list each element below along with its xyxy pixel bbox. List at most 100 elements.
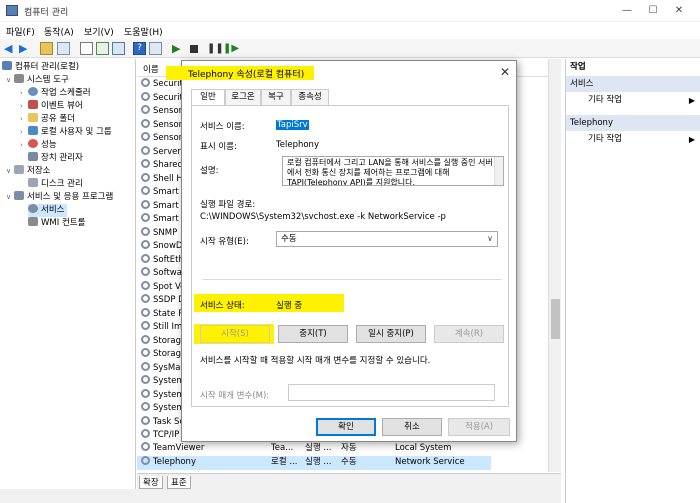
window-title: 컴퓨터 관리 bbox=[24, 8, 69, 18]
folder-up-icon[interactable] bbox=[40, 42, 53, 55]
properties-dialog: Telephony 속성(로컬 컴퓨터) ✕ 일반 로그온 복구 종속성 서비스… bbox=[166, 60, 517, 442]
chevron-right-icon[interactable]: › bbox=[20, 100, 28, 113]
start-service-icon[interactable]: ▶ bbox=[172, 42, 185, 55]
gear-icon bbox=[141, 361, 150, 371]
tools-icon bbox=[14, 74, 24, 83]
description-scrollbar[interactable] bbox=[494, 157, 503, 185]
tab-logon[interactable]: 로그온 bbox=[225, 89, 261, 105]
forward-arrow-icon[interactable]: ▶ bbox=[19, 42, 32, 55]
gear-icon bbox=[141, 186, 150, 195]
show-hide-tree-icon[interactable] bbox=[57, 42, 70, 55]
table-row-selected[interactable]: Telephony 로컬 ... 실행 ... 수동 Network Servi… bbox=[137, 456, 491, 470]
path-value[interactable]: C:\WINDOWS\System32\svchost.exe -k Netwo… bbox=[200, 212, 446, 222]
description-box[interactable]: 로컬 컴퓨터에서 그리고 LAN을 통해 서비스를 실행 중인 서버에서 전화 … bbox=[282, 156, 504, 186]
actions-more-telephony[interactable]: 기타 작업 ▶ bbox=[566, 132, 700, 147]
properties-icon[interactable] bbox=[80, 42, 93, 55]
chevron-down-icon[interactable]: ∨ bbox=[6, 165, 14, 178]
gear-icon bbox=[141, 375, 150, 384]
tree-item-wmi[interactable]: WMI 컨트롤 bbox=[28, 217, 85, 230]
title-bar: 컴퓨터 관리 — ☐ ✕ bbox=[0, 0, 700, 22]
gear-icon bbox=[141, 442, 150, 451]
clock-icon bbox=[28, 87, 38, 96]
gear-icon bbox=[141, 199, 150, 209]
actions-section-telephony[interactable]: Telephony bbox=[566, 115, 700, 131]
dialog-close-button[interactable]: ✕ bbox=[500, 65, 510, 79]
list-scrollbar[interactable] bbox=[548, 59, 561, 472]
gear-icon bbox=[141, 226, 150, 236]
tab-dependencies[interactable]: 종속성 bbox=[291, 89, 329, 105]
chevron-right-icon[interactable]: › bbox=[20, 113, 28, 126]
pause-button[interactable]: 일시 중지(P) bbox=[356, 325, 426, 343]
start-button[interactable]: 시작(S) bbox=[200, 325, 270, 343]
table-row[interactable]: TeamViewer Tea... 실행 ... 자동 Local System bbox=[137, 442, 561, 456]
chevron-right-icon[interactable]: › bbox=[20, 139, 28, 152]
maximize-button[interactable]: ☐ bbox=[642, 3, 664, 19]
tree-item-task-scheduler[interactable]: › 작업 스케줄러 bbox=[20, 87, 91, 100]
close-window-button[interactable]: ✕ bbox=[668, 3, 690, 19]
actions-pane: 작업 서비스 기타 작업 ▶ Telephony 기타 작업 ▶ bbox=[565, 59, 700, 503]
event-viewer-icon bbox=[28, 100, 38, 109]
gear-icon bbox=[141, 294, 150, 303]
help-icon[interactable]: ? bbox=[133, 42, 146, 55]
service-name-value[interactable]: TapiSrv bbox=[276, 120, 309, 130]
chevron-right-icon[interactable]: › bbox=[20, 126, 28, 139]
column-header-name[interactable]: 이름 bbox=[143, 63, 159, 75]
tab-standard[interactable]: 표준 bbox=[167, 476, 191, 489]
actions-more-services[interactable]: 기타 작업 ▶ bbox=[566, 93, 700, 108]
cancel-button[interactable]: 취소 bbox=[382, 418, 442, 436]
stop-button[interactable]: 중지(T) bbox=[278, 325, 348, 343]
restart-service-icon[interactable]: ❚▶ bbox=[223, 42, 239, 55]
tree-item-storage[interactable]: ∨ 저장소 bbox=[6, 165, 50, 178]
scroll-thumb[interactable] bbox=[551, 299, 560, 339]
stop-service-icon[interactable] bbox=[190, 45, 198, 53]
startup-type-select[interactable]: 수동 ∨ bbox=[276, 231, 498, 247]
gear-icon bbox=[141, 132, 150, 141]
computer-management-icon bbox=[6, 5, 18, 16]
display-name-value[interactable]: Telephony bbox=[276, 140, 319, 150]
action-pane-icon[interactable] bbox=[149, 42, 162, 55]
tree-item-disk-management[interactable]: 디스크 관리 bbox=[28, 178, 83, 191]
tree-item-shared-folders[interactable]: › 공유 폴더 bbox=[20, 113, 75, 126]
tab-recovery[interactable]: 복구 bbox=[261, 89, 291, 105]
service-status-label: 서비스 상태: bbox=[200, 301, 245, 311]
status-bar bbox=[0, 489, 137, 503]
menu-view[interactable]: 보기(V) bbox=[84, 25, 114, 38]
pause-service-icon[interactable]: ❚❚ bbox=[207, 42, 224, 55]
service-name: SysMai bbox=[153, 362, 183, 373]
tree-item-device-manager[interactable]: 장치 관리자 bbox=[28, 152, 83, 165]
resume-button[interactable]: 계속(R) bbox=[434, 325, 504, 343]
actions-section-services[interactable]: 서비스 bbox=[566, 76, 700, 92]
tree-item-root[interactable]: 컴퓨터 관리(로컬) bbox=[2, 61, 79, 74]
tree-item-local-users[interactable]: › 로컬 사용자 및 그룹 bbox=[20, 126, 112, 139]
back-arrow-icon[interactable]: ◀ bbox=[4, 42, 17, 55]
horizontal-scrollbar[interactable] bbox=[137, 489, 561, 503]
tree-item-services[interactable]: 서비스 bbox=[28, 204, 68, 217]
chevron-down-icon[interactable]: ∨ bbox=[6, 191, 14, 204]
gear-icon bbox=[141, 78, 150, 87]
gear-icon bbox=[141, 388, 150, 398]
computer-icon bbox=[2, 61, 12, 70]
tree-item-event-viewer[interactable]: › 이벤트 뷰어 bbox=[20, 100, 83, 113]
chevron-right-icon[interactable]: › bbox=[20, 87, 28, 100]
service-status-value: 실행 중 bbox=[276, 301, 303, 311]
tree-item-system-tools[interactable]: ∨ 시스템 도구 bbox=[6, 74, 69, 87]
menu-action[interactable]: 동작(A) bbox=[44, 25, 74, 38]
refresh-icon[interactable] bbox=[96, 42, 109, 55]
chevron-down-icon[interactable]: ∨ bbox=[6, 74, 14, 87]
tab-general[interactable]: 일반 bbox=[191, 89, 225, 106]
menu-file[interactable]: 파일(F) bbox=[6, 25, 35, 38]
export-list-icon[interactable] bbox=[112, 42, 125, 55]
start-params-input[interactable] bbox=[288, 384, 495, 401]
minimize-button[interactable]: — bbox=[616, 3, 638, 19]
tab-extended[interactable]: 확장 bbox=[139, 476, 163, 489]
tree-item-performance[interactable]: › 성능 bbox=[20, 139, 57, 152]
gear-icon bbox=[141, 267, 150, 276]
chevron-down-icon: ∨ bbox=[487, 234, 493, 243]
gear-icon bbox=[141, 105, 150, 114]
apply-button[interactable]: 적용(A) bbox=[448, 418, 510, 436]
service-name: Sensor bbox=[153, 119, 183, 130]
tree-item-services-apps[interactable]: ∨ 서비스 및 응용 프로그램 bbox=[6, 191, 113, 204]
ok-button[interactable]: 확인 bbox=[316, 418, 376, 436]
description-label: 설명: bbox=[200, 166, 219, 176]
menu-help[interactable]: 도움말(H) bbox=[124, 25, 163, 38]
